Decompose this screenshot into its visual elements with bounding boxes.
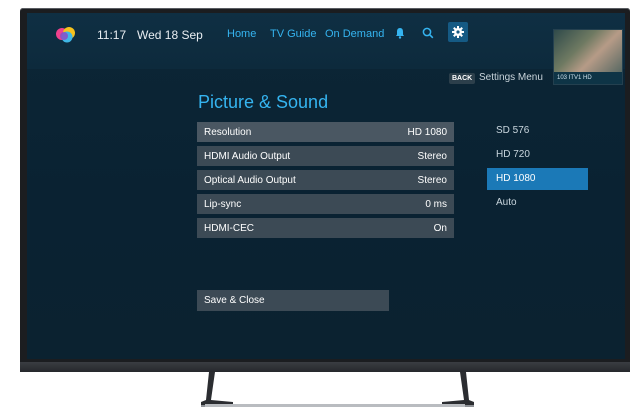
top-bar: 11:17 Wed 18 Sep Home TV Guide On Demand…: [27, 13, 625, 85]
setting-row-optical-audio-output[interactable]: Optical Audio Output Stereo: [197, 170, 454, 190]
back-destination-label: Settings Menu: [479, 72, 543, 83]
nav-tv-guide[interactable]: TV Guide: [270, 28, 316, 40]
resolution-option-hd-1080[interactable]: HD 1080: [487, 168, 588, 190]
gear-icon: [452, 26, 464, 38]
setting-row-resolution[interactable]: Resolution HD 1080: [197, 122, 454, 142]
setting-label: Resolution: [204, 126, 252, 138]
setting-label: HDMI-CEC: [204, 222, 254, 234]
setting-row-hdmi-cec[interactable]: HDMI-CEC On: [197, 218, 454, 238]
setting-row-lip-sync[interactable]: Lip-sync 0 ms: [197, 194, 454, 214]
resolution-option-hd-720[interactable]: HD 720: [487, 144, 588, 166]
search-icon[interactable]: [421, 26, 435, 40]
setting-value: Stereo: [417, 150, 447, 162]
tv-screen: 11:17 Wed 18 Sep Home TV Guide On Demand…: [27, 13, 625, 359]
setting-value: On: [433, 222, 447, 234]
tv-bottom-bezel: [20, 362, 630, 372]
setting-value: Stereo: [417, 174, 447, 186]
tv-stand-left-leg: [201, 372, 233, 407]
settings-tab[interactable]: [448, 22, 468, 42]
nav-on-demand[interactable]: On Demand: [325, 28, 384, 40]
current-date: Wed 18 Sep: [137, 28, 203, 42]
resolution-option-auto[interactable]: Auto: [487, 192, 588, 214]
channel-label: 103 ITV1 HD: [554, 72, 622, 84]
nav-home[interactable]: Home: [227, 28, 256, 40]
bell-icon[interactable]: [393, 26, 407, 40]
clock-time: 11:17: [97, 28, 127, 42]
setting-label: Optical Audio Output: [204, 174, 296, 186]
tv-stand-base: [205, 404, 465, 407]
setting-label: Lip-sync: [204, 198, 242, 210]
save-close-button[interactable]: Save & Close: [197, 290, 389, 311]
resolution-option-sd-576[interactable]: SD 576: [487, 120, 588, 142]
page-title: Picture & Sound: [198, 92, 329, 112]
setting-value: HD 1080: [407, 126, 447, 138]
setting-value: 0 ms: [425, 198, 447, 210]
setting-row-hdmi-audio-output[interactable]: HDMI Audio Output Stereo: [197, 146, 454, 166]
live-tv-thumbnail[interactable]: 103 ITV1 HD: [553, 29, 623, 85]
tv-stand-right-leg: [442, 372, 474, 407]
setting-label: HDMI Audio Output: [204, 150, 291, 162]
brand-logo-icon: [56, 27, 75, 43]
back-key-badge[interactable]: BACK: [449, 73, 476, 84]
